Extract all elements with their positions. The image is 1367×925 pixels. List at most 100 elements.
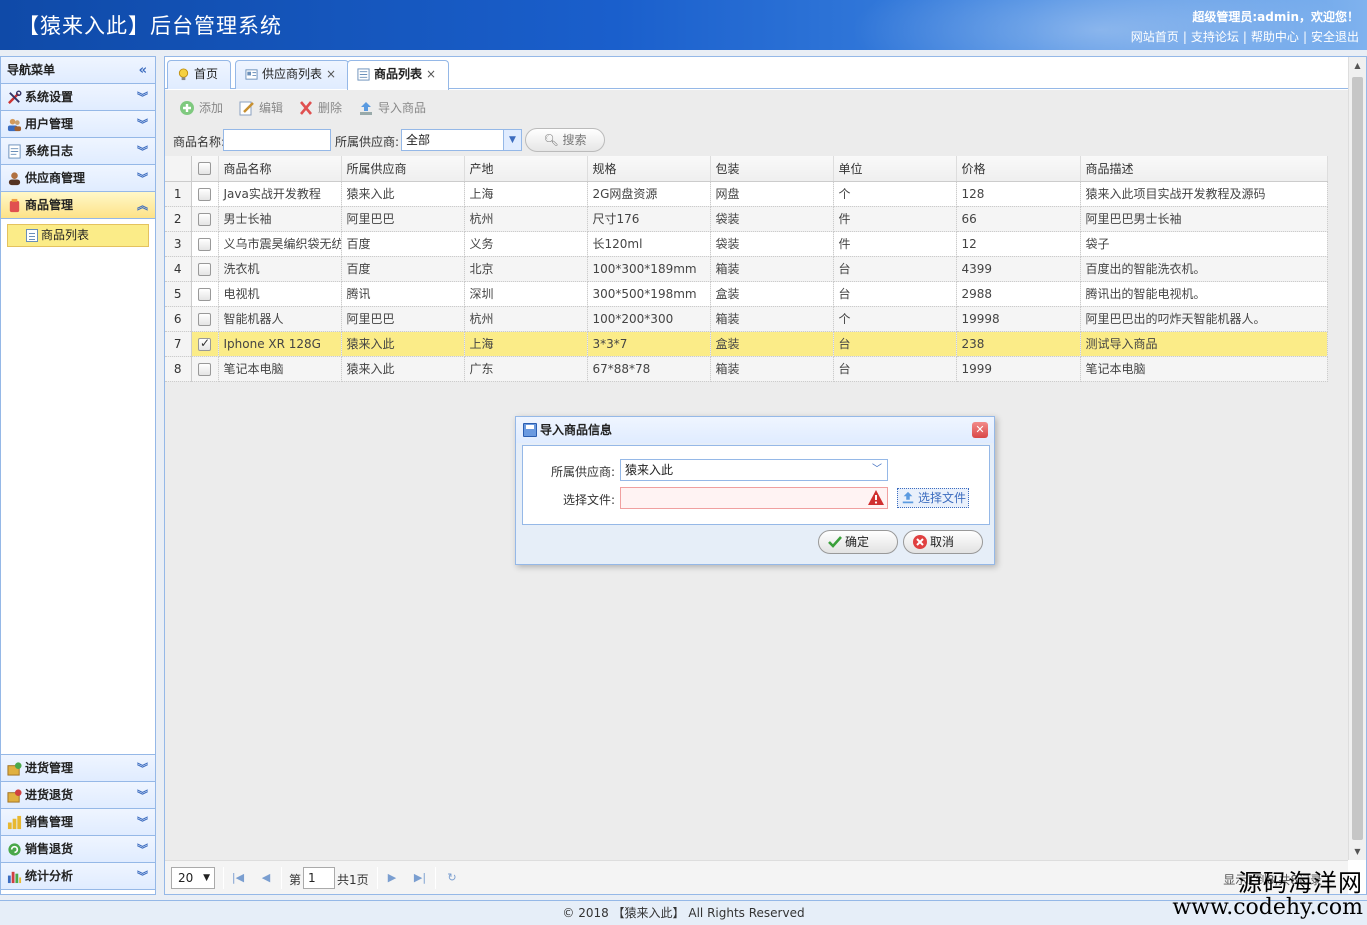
select-all-checkbox[interactable] (191, 156, 219, 182)
row-checkbox-cell[interactable] (191, 181, 219, 207)
supplier-filter-select[interactable]: 全部 ▼ (401, 129, 522, 151)
nav-user-management[interactable]: 用户管理 ︾ (1, 111, 155, 138)
close-icon[interactable]: × (326, 67, 336, 81)
row-checkbox-cell[interactable] (191, 206, 219, 232)
row-checkbox[interactable] (198, 336, 211, 351)
table-cell: 2G网盘资源 (587, 181, 711, 207)
tab-supplier-list[interactable]: 供应商列表 × (235, 60, 350, 89)
delete-icon (300, 101, 312, 115)
nav-goods-management[interactable]: 商品管理 ︽ (1, 192, 155, 219)
column-header[interactable]: 价格 (956, 156, 1081, 182)
confirm-button[interactable]: 确定 (818, 530, 898, 554)
link-logout[interactable]: 安全退出 (1311, 30, 1359, 44)
link-forum[interactable]: 支持论坛 (1191, 30, 1239, 44)
table-row[interactable]: 2 男士长袖 阿里巴巴 杭州 尺寸176 袋装件 66 阿里巴巴男士长袖 (165, 206, 1328, 232)
table-row[interactable]: 5 电视机 腾讯 深圳 300*500*198mm 盒装台 2988 腾讯出的智能电视机。 (165, 281, 1328, 307)
table-row[interactable]: 7 Iphone XR 128G猿来入此上海3*3*7盒装台238测试导入商品 (165, 331, 1328, 357)
nav-system-settings[interactable]: 系统设置 ︾ (1, 84, 155, 111)
table-cell: 128 (956, 181, 1081, 207)
row-checkbox[interactable] (198, 212, 211, 226)
table-row[interactable]: 1 Java实战开发教程 猿来入此 上海 2G网盘资源 网盘个 128 猿来入此项目实战开发教… (165, 181, 1328, 207)
close-icon[interactable]: × (426, 67, 436, 81)
row-checkbox[interactable] (198, 262, 211, 276)
nav-supplier-management[interactable]: 供应商管理 ︾ (1, 165, 155, 192)
edit-button[interactable]: 编辑 (239, 99, 283, 117)
goods-icon (9, 198, 20, 213)
add-button[interactable]: 添加 (179, 99, 223, 117)
row-checkbox[interactable] (198, 237, 211, 251)
row-checkbox-cell[interactable] (191, 306, 219, 332)
users-icon (7, 118, 22, 132)
file-path-input[interactable] (620, 487, 888, 509)
nav-sales-return[interactable]: 销售退货 ︾ (1, 836, 155, 863)
scroll-thumb[interactable] (1352, 77, 1363, 840)
first-page-icon[interactable]: |◀ (230, 870, 246, 886)
prev-page-icon[interactable]: ◀ (258, 870, 274, 886)
search-button[interactable]: 🔍︎ 搜索 (525, 128, 605, 152)
row-checkbox-cell[interactable] (191, 231, 219, 257)
upload-icon (360, 102, 372, 115)
row-checkbox-cell[interactable] (191, 331, 219, 357)
table-cell: 义乌市震昊编织袋无纺 (218, 231, 342, 257)
dialog-supplier-select[interactable]: 猿来入此 ﹀ (620, 459, 888, 481)
confirm-label: 确定 (845, 535, 870, 549)
column-header[interactable]: 规格 (587, 156, 711, 182)
last-page-icon[interactable]: ▶| (412, 870, 428, 886)
vertical-scrollbar[interactable]: ▲ ▼ (1348, 57, 1366, 860)
link-help[interactable]: 帮助中心 (1251, 30, 1299, 44)
welcome-text: 超级管理员:admin，欢迎您！ (1192, 10, 1359, 24)
row-checkbox[interactable] (198, 312, 211, 326)
checkbox[interactable] (198, 162, 211, 176)
delete-button[interactable]: 删除 (298, 99, 342, 117)
nav-purchase-return[interactable]: 进货退货 ︾ (1, 782, 155, 809)
column-header[interactable]: 单位 (833, 156, 957, 182)
row-checkbox[interactable] (198, 187, 211, 201)
link-site-home[interactable]: 网站首页 (1131, 30, 1179, 44)
tab-home[interactable]: 首页 (167, 60, 232, 89)
cancel-button[interactable]: 取消 (903, 530, 983, 554)
next-page-icon[interactable]: ▶ (384, 870, 400, 886)
column-header[interactable]: 商品名称 (218, 156, 342, 182)
chevron-down-icon: ︾ (137, 145, 148, 158)
row-checkbox[interactable] (198, 287, 211, 301)
table-cell: 个 (833, 181, 957, 207)
nav-system-log[interactable]: 系统日志 ︾ (1, 138, 155, 165)
collapse-sidebar-icon[interactable]: « (139, 57, 147, 84)
row-checkbox-cell[interactable] (191, 356, 219, 382)
page-prefix: 第 (289, 873, 302, 887)
nav-statistics[interactable]: 统计分析 ︾ (1, 863, 155, 890)
goods-name-label: 商品名称: (173, 135, 226, 149)
nav-sales-management[interactable]: 销售管理 ︾ (1, 809, 155, 836)
table-cell: 猿来入此 (341, 356, 465, 382)
dialog-supplier-label: 所属供应商: (550, 465, 615, 479)
table-cell: 洗衣机 (218, 256, 342, 282)
row-checkbox[interactable] (198, 362, 211, 376)
column-header[interactable]: 包装 (710, 156, 834, 182)
table-row[interactable]: 3 义乌市震昊编织袋无纺 百度 义务 长120ml 袋装件 12 袋子 (165, 231, 1328, 257)
table-cell: 百度 (341, 256, 465, 282)
table-row[interactable]: 6 智能机器人 阿里巴巴 杭州 100*200*300 箱装个 19998 阿里巴巴出的叼炸天… (165, 306, 1328, 332)
chevron-down-icon: ︾ (137, 172, 148, 185)
pagination-bar: 20 ▼ |◀ ◀ 第 1 共1页 ▶ ▶| ↻ 显示1到8,共8记录 (165, 860, 1348, 894)
table-row[interactable]: 4 洗衣机 百度 北京 100*300*189mm 箱装台 4399 百度出的智能洗衣机。 (165, 256, 1328, 282)
nav-purchase-management[interactable]: 进货管理 ︾ (1, 755, 155, 782)
sidebar-item-goods-list[interactable]: 商品列表 (7, 224, 149, 247)
table-cell: 67*88*78 (587, 356, 711, 382)
goods-name-input[interactable] (223, 129, 331, 151)
nav-label: 系统设置 (25, 90, 74, 104)
refresh-icon[interactable]: ↻ (444, 870, 460, 886)
row-checkbox-cell[interactable] (191, 256, 219, 282)
dialog-close-button[interactable]: ✕ (972, 422, 988, 438)
import-goods-button[interactable]: 导入商品 (358, 99, 426, 117)
column-header[interactable]: 所属供应商 (341, 156, 465, 182)
column-header[interactable]: 产地 (464, 156, 588, 182)
page-number-input[interactable]: 1 (303, 867, 335, 889)
scroll-down-icon[interactable]: ▼ (1349, 843, 1366, 860)
column-header[interactable]: 商品描述 (1080, 156, 1328, 182)
table-row[interactable]: 8 笔记本电脑 猿来入此 广东 67*88*78 箱装台 1999 笔记本电脑 (165, 356, 1328, 382)
page-size-select[interactable]: 20 ▼ (171, 867, 215, 889)
choose-file-button[interactable]: 选择文件 (897, 488, 969, 508)
tab-goods-list[interactable]: 商品列表 × (347, 60, 450, 90)
row-checkbox-cell[interactable] (191, 281, 219, 307)
scroll-up-icon[interactable]: ▲ (1349, 57, 1366, 74)
